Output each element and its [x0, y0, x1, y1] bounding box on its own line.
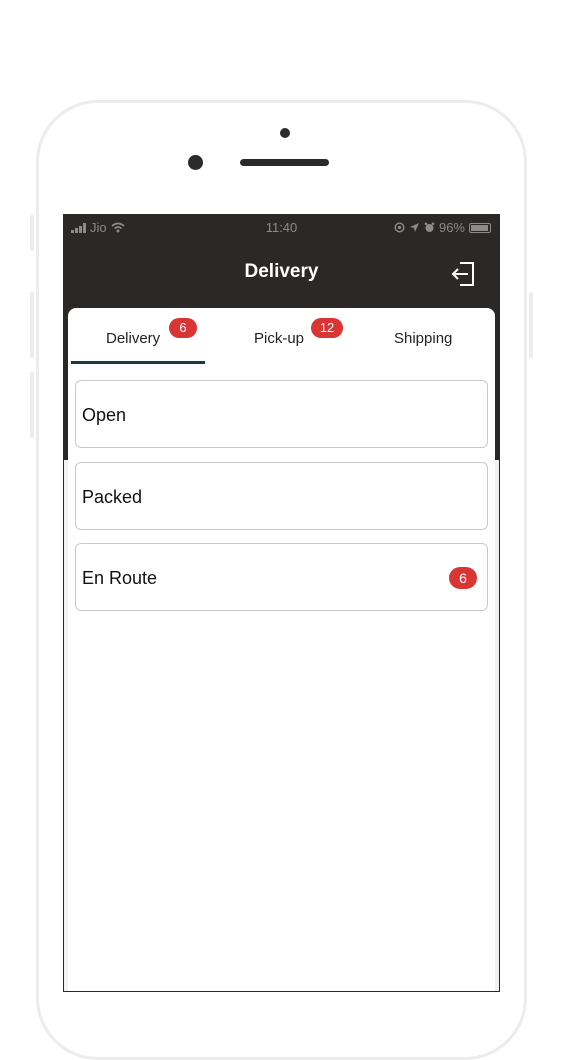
- battery-icon: [469, 222, 491, 233]
- page-title: Delivery: [244, 261, 319, 282]
- orientation-lock-icon: [394, 222, 405, 233]
- active-tab-indicator: [71, 361, 205, 364]
- alarm-icon: [424, 222, 435, 232]
- tab-label: Shipping: [394, 330, 453, 347]
- phone-speaker: [240, 159, 329, 166]
- content-panel: Delivery 6 Pick-up 12 Shipping Open Pack…: [68, 308, 495, 991]
- location-icon: [409, 223, 419, 232]
- tab-badge: 12: [311, 318, 343, 338]
- status-card-en-route[interactable]: En Route 6: [75, 543, 488, 611]
- phone-camera: [188, 155, 203, 170]
- count-badge: 6: [449, 567, 477, 589]
- card-label: Packed: [82, 487, 143, 507]
- battery-percent: 96%: [438, 220, 465, 235]
- phone-side-button: [30, 372, 34, 438]
- tab-pick-up[interactable]: Pick-up 12: [208, 308, 353, 364]
- tab-label: Delivery: [106, 330, 161, 347]
- phone-side-button: [30, 292, 34, 358]
- logout-icon[interactable]: [449, 259, 479, 289]
- phone-sensor: [280, 128, 290, 138]
- card-label: Open: [82, 405, 127, 425]
- faded-background-title: [0, 26, 563, 60]
- phone-side-button: [529, 292, 533, 358]
- status-bar: Jio 11:40 96%: [64, 215, 499, 239]
- tab-shipping[interactable]: Shipping: [353, 308, 495, 364]
- tab-label: Pick-up: [254, 330, 305, 347]
- tab-bar: Delivery 6 Pick-up 12 Shipping: [68, 308, 495, 364]
- tab-badge: 6: [169, 318, 197, 338]
- status-card-open[interactable]: Open: [75, 380, 488, 448]
- status-card-packed[interactable]: Packed: [75, 462, 488, 530]
- phone-side-button: [30, 215, 34, 251]
- app-screen: Jio 11:40 96% Delivery Delivery 6 Pick-u…: [63, 214, 500, 992]
- card-label: En Route: [82, 568, 158, 588]
- tab-delivery[interactable]: Delivery 6: [68, 308, 208, 364]
